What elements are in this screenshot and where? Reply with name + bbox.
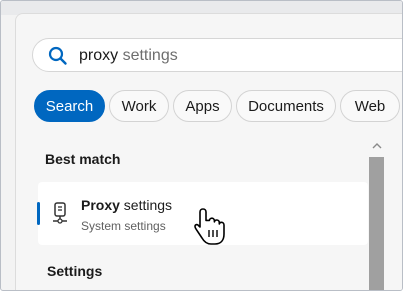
best-match-heading: Best match <box>45 151 121 167</box>
scroll-up-arrow-icon[interactable] <box>372 141 382 151</box>
selection-indicator <box>37 202 40 225</box>
search-query: proxy settings <box>79 47 178 65</box>
scrollbar-thumb[interactable] <box>369 157 384 290</box>
settings-heading: Settings <box>47 263 103 279</box>
hand-pointer-cursor-icon <box>194 208 225 245</box>
best-match-subtitle: System settings <box>81 219 166 233</box>
best-match-title: Proxy settings <box>81 197 172 213</box>
filter-web[interactable]: Web <box>340 90 400 122</box>
search-suggestion-text: settings <box>118 47 178 64</box>
filter-apps[interactable]: Apps <box>173 90 232 122</box>
search-window-frame: proxy settings Search Work Apps Document… <box>0 0 403 291</box>
best-match-title-rest: settings <box>119 197 173 213</box>
filter-search[interactable]: Search <box>34 90 105 122</box>
filter-work[interactable]: Work <box>109 90 169 122</box>
filter-documents[interactable]: Documents <box>236 90 336 122</box>
best-match-title-bold: Proxy <box>81 197 120 213</box>
search-typed-text: proxy <box>79 47 119 64</box>
search-icon <box>48 46 67 65</box>
search-input[interactable]: proxy settings <box>32 38 402 72</box>
proxy-settings-icon <box>53 202 67 224</box>
